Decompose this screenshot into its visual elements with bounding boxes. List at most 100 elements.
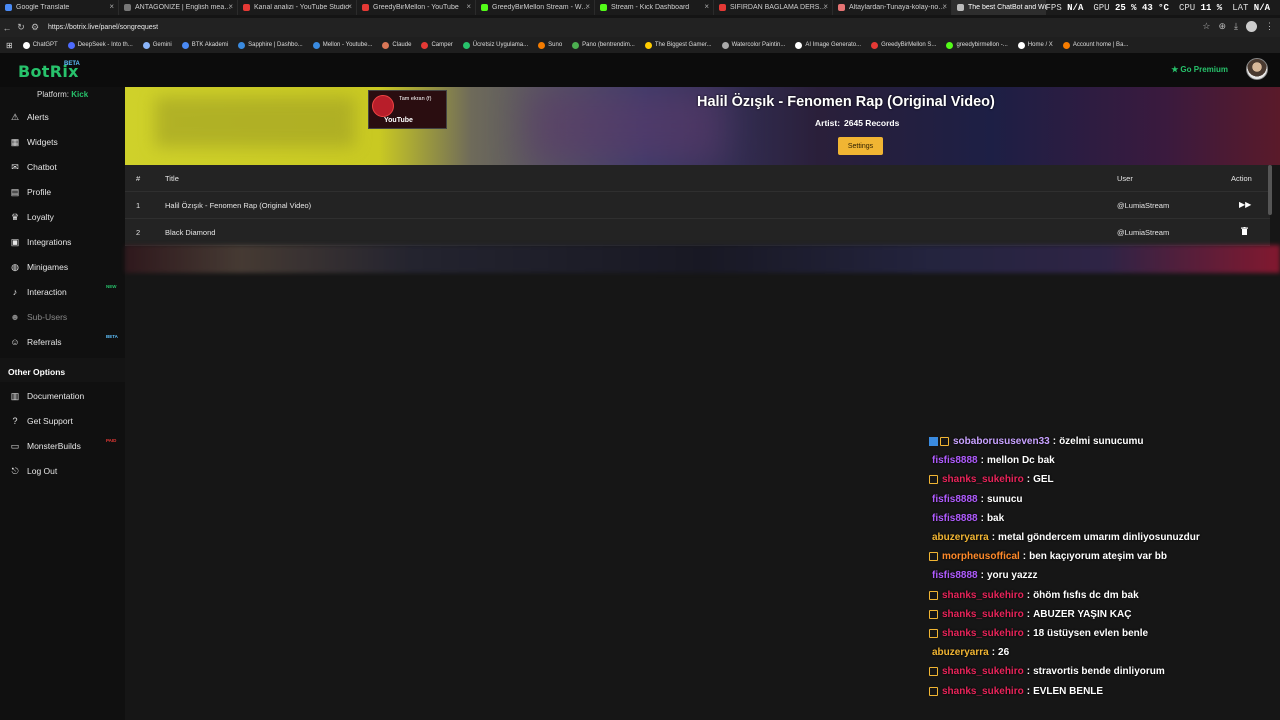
bookmark-item[interactable]: ChatGPT — [22, 41, 58, 49]
browser-tab[interactable]: GreedyBirMellon - YouTube × — [357, 0, 476, 15]
bookmark-item[interactable]: Claude — [382, 41, 411, 49]
url-input[interactable]: https://botrix.live/panel/songrequest — [48, 24, 158, 31]
sidebar-item-referrals[interactable]: ☺ Referrals — [10, 332, 61, 352]
browser-tab[interactable]: GreedyBirMellon Stream - Watch × — [476, 0, 595, 15]
bookmark-favicon-icon — [312, 41, 320, 49]
subscriber-badge-icon — [929, 475, 938, 485]
tab-close-icon[interactable]: × — [109, 2, 114, 11]
sidebar-item-widgets[interactable]: ▦ Widgets — [10, 132, 58, 152]
chat-separator: : — [991, 532, 996, 544]
sidebar-item-integrations[interactable]: ▣ Integrations — [10, 232, 72, 252]
bookmark-item[interactable]: GreedyBirMellon S... — [871, 41, 936, 49]
sidebar-item-alerts[interactable]: ⚠ Alerts — [10, 107, 49, 127]
youtube-logo[interactable]: YouTube — [384, 117, 413, 124]
browser-tab[interactable]: ANTAGONIZE | English meaning - × — [119, 0, 238, 15]
sidebar-item-interaction[interactable]: ♪ Interaction — [10, 282, 67, 302]
sidebar-item-chatbot[interactable]: ✉ Chatbot — [10, 157, 57, 177]
settings-button[interactable]: Settings — [838, 137, 883, 155]
subscriber-badge-icon — [929, 609, 938, 619]
sidebar-item-monsterbuilds[interactable]: ▭ MonsterBuilds — [10, 436, 81, 456]
bookmark-star-icon[interactable]: ☆ — [1202, 21, 1210, 32]
play-next-icon[interactable]: ▶▶ — [1239, 200, 1251, 209]
subscriber-badge-icon — [929, 686, 938, 696]
bookmark-item[interactable]: AI Image Generato... — [795, 41, 862, 49]
bookmark-label: Camper — [431, 42, 453, 48]
bookmark-item[interactable]: BTK Akademi — [181, 41, 228, 49]
chat-username: fisfis8888 — [932, 512, 978, 524]
chat-separator: : — [1026, 627, 1031, 639]
bookmark-item[interactable]: Account home | Ba... — [1062, 41, 1128, 49]
bookmark-label: AI Image Generato... — [805, 42, 862, 48]
cpu-value: 11 % — [1200, 2, 1223, 13]
sidebar-item-sub-users[interactable]: ☻ Sub-Users — [10, 307, 67, 327]
bookmark-item[interactable]: Home / X — [1017, 41, 1053, 49]
bookmark-item[interactable]: Mellon - Youtube... — [312, 41, 372, 49]
browser-tab[interactable]: Altaylardan-Tunaya-kolay-nota-p × — [833, 0, 952, 15]
chat-separator: : — [1022, 551, 1027, 563]
table-scrollbar[interactable] — [1268, 165, 1272, 215]
browser-menu-icon[interactable]: ⋮ — [1265, 21, 1274, 32]
subscriber-badge-icon — [940, 437, 949, 447]
video-thumbnail[interactable]: Tam ekran (f) YouTube — [368, 90, 447, 129]
tab-close-icon[interactable]: × — [228, 2, 233, 11]
logout-icon: ⎋ — [11, 465, 19, 476]
sidebar-item-label: Widgets — [27, 137, 58, 147]
chat-text: mellon Dc bak — [986, 455, 1055, 467]
bookmark-item[interactable]: The Biggest Gamer... — [644, 41, 712, 49]
bookmark-item[interactable]: greedybirmellon -... — [946, 41, 1008, 49]
row-title: Halil Özışık - Fenomen Rap (Original Vid… — [165, 201, 312, 210]
site-info-icon[interactable]: ⚙ — [28, 22, 42, 33]
browser-tab[interactable]: Stream - Kick Dashboard × — [595, 0, 714, 15]
chat-username: sobaborususeven33 — [953, 436, 1050, 448]
sidebar-item-label: Log Out — [27, 466, 58, 476]
tab-close-icon[interactable]: × — [585, 2, 590, 11]
tab-close-icon[interactable]: × — [466, 2, 471, 11]
bookmark-item[interactable]: Suno — [538, 41, 562, 49]
table-row[interactable]: 1 Halil Özışık - Fenomen Rap (Original V… — [125, 192, 1270, 219]
chat-message: fisfis8888: mellon Dc bak — [929, 451, 1269, 470]
bookmark-favicon-icon — [946, 41, 954, 49]
bookmark-item[interactable]: Watercolor Paintin... — [721, 41, 785, 49]
bookmark-label: Ücretsiz Uygulama... — [472, 42, 529, 48]
book-icon: ▥ — [10, 390, 20, 401]
reload-icon[interactable]: ↻ — [14, 22, 28, 33]
bookmark-item[interactable]: Pano (bentrendim... — [572, 41, 635, 49]
chat-username: shanks_sukehiro — [942, 685, 1024, 697]
browser-tab[interactable]: Google Translate × — [0, 0, 119, 15]
subscriber-badge-icon — [929, 628, 938, 638]
sidebar-item-loyalty[interactable]: ♛ Loyalty — [10, 207, 54, 227]
tab-close-icon[interactable]: × — [347, 2, 352, 11]
bookmark-item[interactable]: Camper — [421, 41, 453, 49]
download-icon[interactable]: ⤓ — [1234, 21, 1238, 32]
sidebar-item-profile[interactable]: ▤ Profile — [10, 182, 51, 202]
cpu-label: CPU — [1178, 2, 1196, 13]
sidebar-item-get-support[interactable]: ? Get Support — [10, 411, 72, 431]
apps-grid-icon[interactable]: ⊞ — [6, 41, 13, 50]
chat-text: GEL — [1033, 474, 1054, 486]
delete-icon[interactable] — [1241, 227, 1248, 237]
chat-text: 26 — [998, 647, 1010, 659]
sidebar-item-minigames[interactable]: ◍ Minigames — [10, 257, 68, 277]
chat-separator: : — [980, 570, 984, 582]
browser-tab[interactable]: Kanal analizi - YouTube Studio × — [238, 0, 357, 15]
tab-close-icon[interactable]: × — [823, 2, 828, 11]
back-icon[interactable]: ← — [0, 23, 14, 33]
tab-close-icon[interactable]: × — [942, 2, 947, 11]
browser-profile-avatar[interactable] — [1246, 21, 1257, 32]
widgets-icon: ▦ — [10, 136, 20, 147]
tab-close-icon[interactable]: × — [704, 2, 709, 11]
user-avatar[interactable] — [1246, 58, 1268, 80]
sidebar-item-label: Referrals — [27, 337, 62, 347]
bookmark-item[interactable]: DeepSeek - Into th... — [67, 41, 133, 49]
table-row[interactable]: 2 Black Diamond @LumiaStream — [125, 219, 1270, 246]
bookmark-item[interactable]: Sapphire | Dashbo... — [238, 41, 303, 49]
browser-tab[interactable]: SIFIRDAN BAĞLAMA DERSLERİ 6 |× — [714, 0, 833, 15]
bookmark-item[interactable]: Gemini — [142, 41, 172, 49]
sidebar-item-documentation[interactable]: ▥ Documentation — [10, 386, 84, 406]
go-premium-button[interactable]: ★ Go Premium — [1171, 65, 1228, 74]
header-num: # — [136, 174, 141, 183]
extensions-icon[interactable]: ⊕ — [1218, 21, 1226, 32]
bookmark-item[interactable]: Ücretsiz Uygulama... — [462, 41, 529, 49]
music-icon: ♪ — [12, 287, 18, 297]
sidebar-item-log-out[interactable]: ⎋ Log Out — [10, 461, 57, 481]
